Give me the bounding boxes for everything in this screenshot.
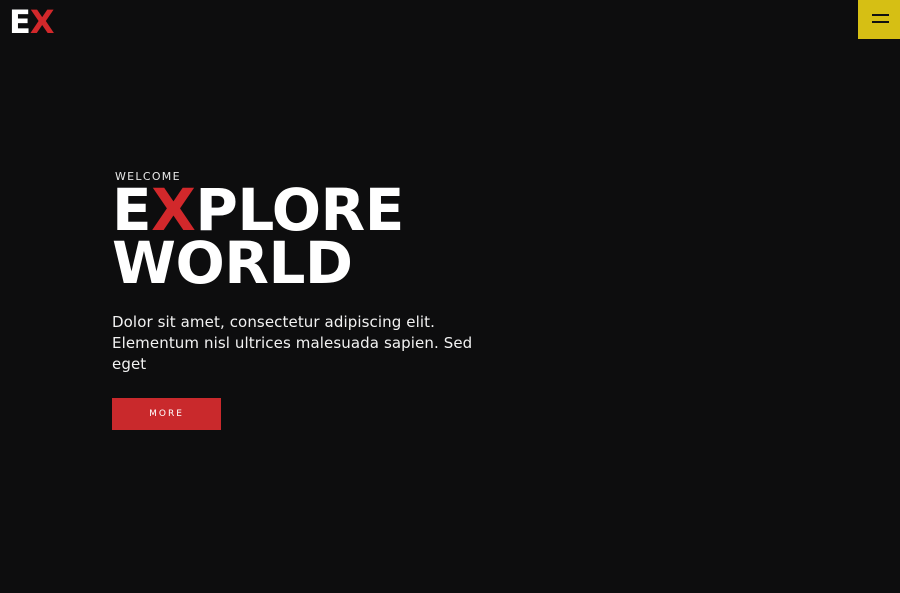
menu-icon-line-bottom xyxy=(872,21,889,23)
menu-icon-line-top xyxy=(872,14,889,16)
logo-letter-x: X xyxy=(29,3,55,41)
more-button[interactable]: MORE xyxy=(112,398,221,430)
menu-button[interactable] xyxy=(858,0,900,39)
logo-letter-e: E xyxy=(9,3,31,41)
hero-headline: EXPLORE WORLD xyxy=(112,181,532,297)
hero-description: Dolor sit amet, consectetur adipiscing e… xyxy=(112,313,473,373)
hero-section: WELCOME EXPLORE WORLD Dolor sit amet, co… xyxy=(112,170,532,430)
headline-line-2: WORLD xyxy=(112,229,353,297)
site-logo[interactable]: EX xyxy=(9,3,55,41)
